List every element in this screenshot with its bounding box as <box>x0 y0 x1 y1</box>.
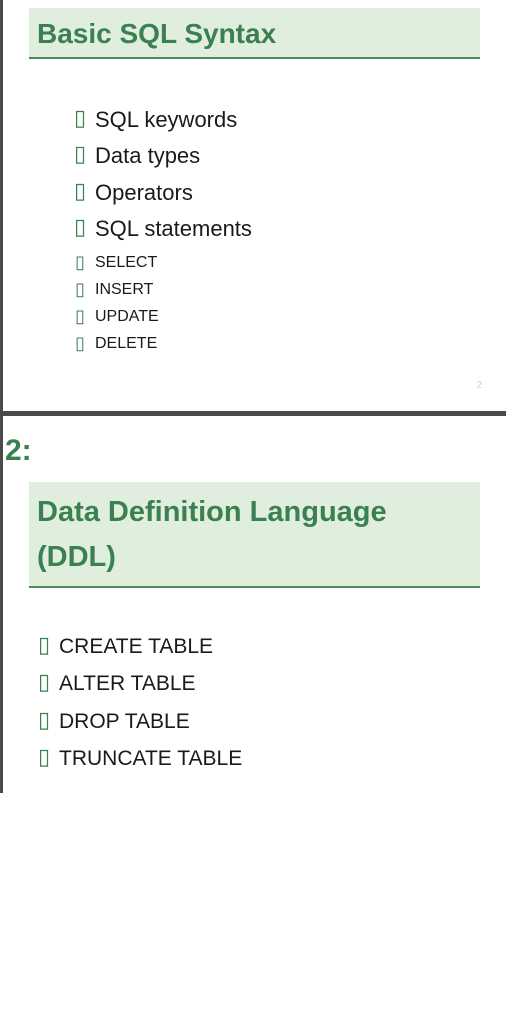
slide-2-prefix: 2: <box>3 434 506 482</box>
slide-1-list: ▯ SQL keywords ▯ Data types ▯ Operators … <box>3 59 506 353</box>
bullet-icon: ▯ <box>73 307 87 325</box>
list-item-label: SQL statements <box>95 216 252 242</box>
list-subitem: ▯ UPDATE <box>73 307 506 326</box>
list-item: ▯ ALTER TABLE <box>37 671 506 696</box>
bullet-icon: ▯ <box>37 634 51 656</box>
list-item: ▯ CREATE TABLE <box>37 634 506 659</box>
bullet-icon: ▯ <box>73 180 87 202</box>
list-item: ▯ DROP TABLE <box>37 709 506 734</box>
bullet-icon: ▯ <box>37 709 51 731</box>
bullet-icon: ▯ <box>73 107 87 129</box>
bullet-icon: ▯ <box>73 143 87 165</box>
list-item: ▯ SQL statements <box>73 216 506 242</box>
list-item-label: CREATE TABLE <box>59 634 213 659</box>
slide-1: Basic SQL Syntax ▯ SQL keywords ▯ Data t… <box>0 0 506 411</box>
bullet-icon: ▯ <box>37 671 51 693</box>
list-item-label: ALTER TABLE <box>59 671 196 696</box>
list-item-label: DROP TABLE <box>59 709 190 734</box>
slide-1-title-block: Basic SQL Syntax <box>29 8 480 59</box>
slide-2-title-block: Data Definition Language (DDL) <box>29 482 480 588</box>
list-item-label: UPDATE <box>95 307 159 326</box>
list-item-label: SELECT <box>95 253 157 272</box>
slide-2-title: Data Definition Language (DDL) <box>37 490 472 580</box>
list-item-label: Operators <box>95 180 193 206</box>
list-item-label: Data types <box>95 143 200 169</box>
list-subitem: ▯ SELECT <box>73 253 506 272</box>
list-item: ▯ Data types <box>73 143 506 169</box>
slide-1-title: Basic SQL Syntax <box>37 16 472 51</box>
list-item: ▯ SQL keywords <box>73 107 506 133</box>
bullet-icon: ▯ <box>73 216 87 238</box>
list-item: ▯ TRUNCATE TABLE <box>37 746 506 771</box>
bullet-icon: ▯ <box>73 280 87 298</box>
bullet-icon: ▯ <box>73 334 87 352</box>
bullet-icon: ▯ <box>73 253 87 271</box>
list-item-label: DELETE <box>95 334 157 353</box>
list-item-label: TRUNCATE TABLE <box>59 746 242 771</box>
list-item-label: INSERT <box>95 280 153 299</box>
list-item-label: SQL keywords <box>95 107 237 133</box>
slide-2: 2: Data Definition Language (DDL) ▯ CREA… <box>0 411 506 793</box>
slide-2-list: ▯ CREATE TABLE ▯ ALTER TABLE ▯ DROP TABL… <box>3 588 506 771</box>
page-number: 2 <box>476 380 482 391</box>
list-subitem: ▯ INSERT <box>73 280 506 299</box>
list-item: ▯ Operators <box>73 180 506 206</box>
list-subitem: ▯ DELETE <box>73 334 506 353</box>
bullet-icon: ▯ <box>37 746 51 768</box>
